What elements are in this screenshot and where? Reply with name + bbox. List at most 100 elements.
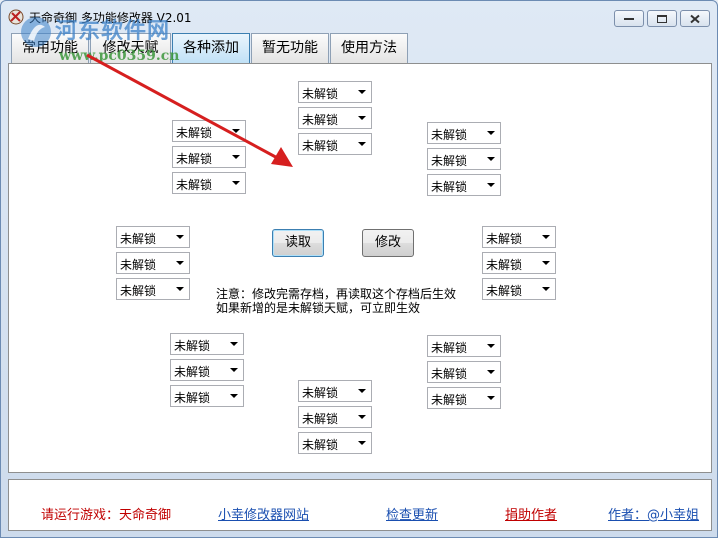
talent-dropdown[interactable]: 未解锁 [482,226,556,248]
dropdown-value: 未解锁 [431,128,468,142]
notice-line-2: 如果新增的是未解锁天赋，可立即生效 [216,301,421,315]
tab-label: 使用方法 [341,40,397,56]
talent-dropdown[interactable]: 未解锁 [427,335,501,357]
talent-dropdown[interactable]: 未解锁 [298,107,372,129]
maximize-icon [657,14,667,23]
tab-modify-talents[interactable]: 修改天赋 [90,33,171,64]
status-bar: 请运行游戏：天命奇御 小幸修改器网站 检查更新 捐助作者 作者：@小幸姐 [8,479,712,531]
tab-label: 各种添加 [183,40,239,56]
minimize-button[interactable] [614,10,644,27]
dropdown-value: 未解锁 [120,232,157,246]
dropdown-arrow-icon [487,131,495,135]
dropdown-arrow-icon [358,90,366,94]
dropdown-value: 未解锁 [302,386,339,400]
dropdown-value: 未解锁 [302,139,339,153]
dropdown-arrow-icon [176,287,184,291]
dropdown-arrow-icon [358,142,366,146]
check-update-link[interactable]: 检查更新 [386,504,438,523]
dropdown-arrow-icon [487,396,495,400]
app-logo-icon [8,9,24,25]
talent-dropdown[interactable]: 未解锁 [116,226,190,248]
talent-dropdown[interactable]: 未解锁 [116,252,190,274]
donate-author-link[interactable]: 捐助作者 [505,504,557,523]
dropdown-value: 未解锁 [431,393,468,407]
tab-no-function[interactable]: 暂无功能 [251,33,329,64]
dropdown-arrow-icon [487,183,495,187]
tab-common-functions[interactable]: 常用功能 [11,33,89,64]
talent-dropdown[interactable]: 未解锁 [298,432,372,454]
dropdown-value: 未解锁 [176,178,213,192]
dropdown-arrow-icon [358,415,366,419]
talent-dropdown[interactable]: 未解锁 [427,361,501,383]
dropdown-arrow-icon [487,370,495,374]
talent-dropdown[interactable]: 未解锁 [172,146,246,168]
title-bar: 天命奇御 多功能修改器 V2.01 [1,1,717,29]
talent-dropdown[interactable]: 未解锁 [427,122,501,144]
dropdown-value: 未解锁 [174,391,211,405]
dropdown-arrow-icon [487,344,495,348]
talent-dropdown[interactable]: 未解锁 [116,278,190,300]
dropdown-value: 未解锁 [486,258,523,272]
talent-dropdown[interactable]: 未解锁 [427,174,501,196]
dropdown-arrow-icon [542,287,550,291]
dropdown-value: 未解锁 [174,365,211,379]
app-window: 天命奇御 多功能修改器 V2.01 常用功能 修改天赋 各种添加 暂无功能 使用… [0,0,718,538]
dropdown-value: 未解锁 [174,339,211,353]
talent-dropdown[interactable]: 未解锁 [298,133,372,155]
dropdown-value: 未解锁 [302,438,339,452]
dropdown-value: 未解锁 [431,367,468,381]
read-button[interactable]: 读取 [272,229,324,257]
dropdown-arrow-icon [230,368,238,372]
dropdown-arrow-icon [176,261,184,265]
talent-dropdown[interactable]: 未解锁 [482,252,556,274]
dropdown-arrow-icon [487,157,495,161]
dropdown-value: 未解锁 [431,341,468,355]
dropdown-arrow-icon [542,235,550,239]
talent-dropdown[interactable]: 未解锁 [298,406,372,428]
dropdown-value: 未解锁 [486,232,523,246]
tab-label: 暂无功能 [262,40,318,56]
notice-line-1: 注意：修改完需存档，再读取这个存档后生效 [216,287,457,301]
maximize-button[interactable] [647,10,677,27]
talent-dropdown[interactable]: 未解锁 [298,380,372,402]
tab-content-panel: 未解锁 未解锁 未解锁 未解锁 未解锁 未解锁 未解锁 未解锁 未解锁 未解锁 … [8,63,712,473]
dropdown-arrow-icon [358,116,366,120]
talent-dropdown[interactable]: 未解锁 [170,359,244,381]
talent-dropdown[interactable]: 未解锁 [170,385,244,407]
talent-dropdown[interactable]: 未解锁 [427,387,501,409]
talent-dropdown[interactable]: 未解锁 [298,81,372,103]
modifier-site-link[interactable]: 小幸修改器网站 [218,504,309,523]
close-button[interactable] [680,10,710,27]
dropdown-value: 未解锁 [302,412,339,426]
dropdown-arrow-icon [232,181,240,185]
talent-dropdown[interactable]: 未解锁 [172,120,246,142]
tab-label: 修改天赋 [102,40,159,56]
dropdown-value: 未解锁 [486,284,523,298]
tab-label: 常用功能 [22,40,78,56]
dropdown-value: 未解锁 [176,126,213,140]
modify-button[interactable]: 修改 [362,229,414,257]
dropdown-value: 未解锁 [176,152,213,166]
dropdown-arrow-icon [232,129,240,133]
dropdown-arrow-icon [358,389,366,393]
dropdown-arrow-icon [176,235,184,239]
talent-dropdown[interactable]: 未解锁 [482,278,556,300]
dropdown-value: 未解锁 [431,154,468,168]
game-status-text: 请运行游戏：天命奇御 [41,508,172,523]
minimize-icon [624,17,634,20]
dropdown-value: 未解锁 [431,180,468,194]
tab-various-add[interactable]: 各种添加 [172,33,250,64]
dropdown-value: 未解锁 [302,113,339,127]
dropdown-arrow-icon [230,394,238,398]
dropdown-arrow-icon [358,441,366,445]
talent-dropdown[interactable]: 未解锁 [427,148,501,170]
talent-dropdown[interactable]: 未解锁 [170,333,244,355]
talent-dropdown[interactable]: 未解锁 [172,172,246,194]
window-title: 天命奇御 多功能修改器 V2.01 [29,11,192,25]
dropdown-arrow-icon [542,261,550,265]
dropdown-arrow-icon [230,342,238,346]
dropdown-value: 未解锁 [120,258,157,272]
tab-usage[interactable]: 使用方法 [330,33,408,64]
author-link[interactable]: 作者：@小幸姐 [608,504,699,523]
dropdown-value: 未解锁 [302,87,339,101]
